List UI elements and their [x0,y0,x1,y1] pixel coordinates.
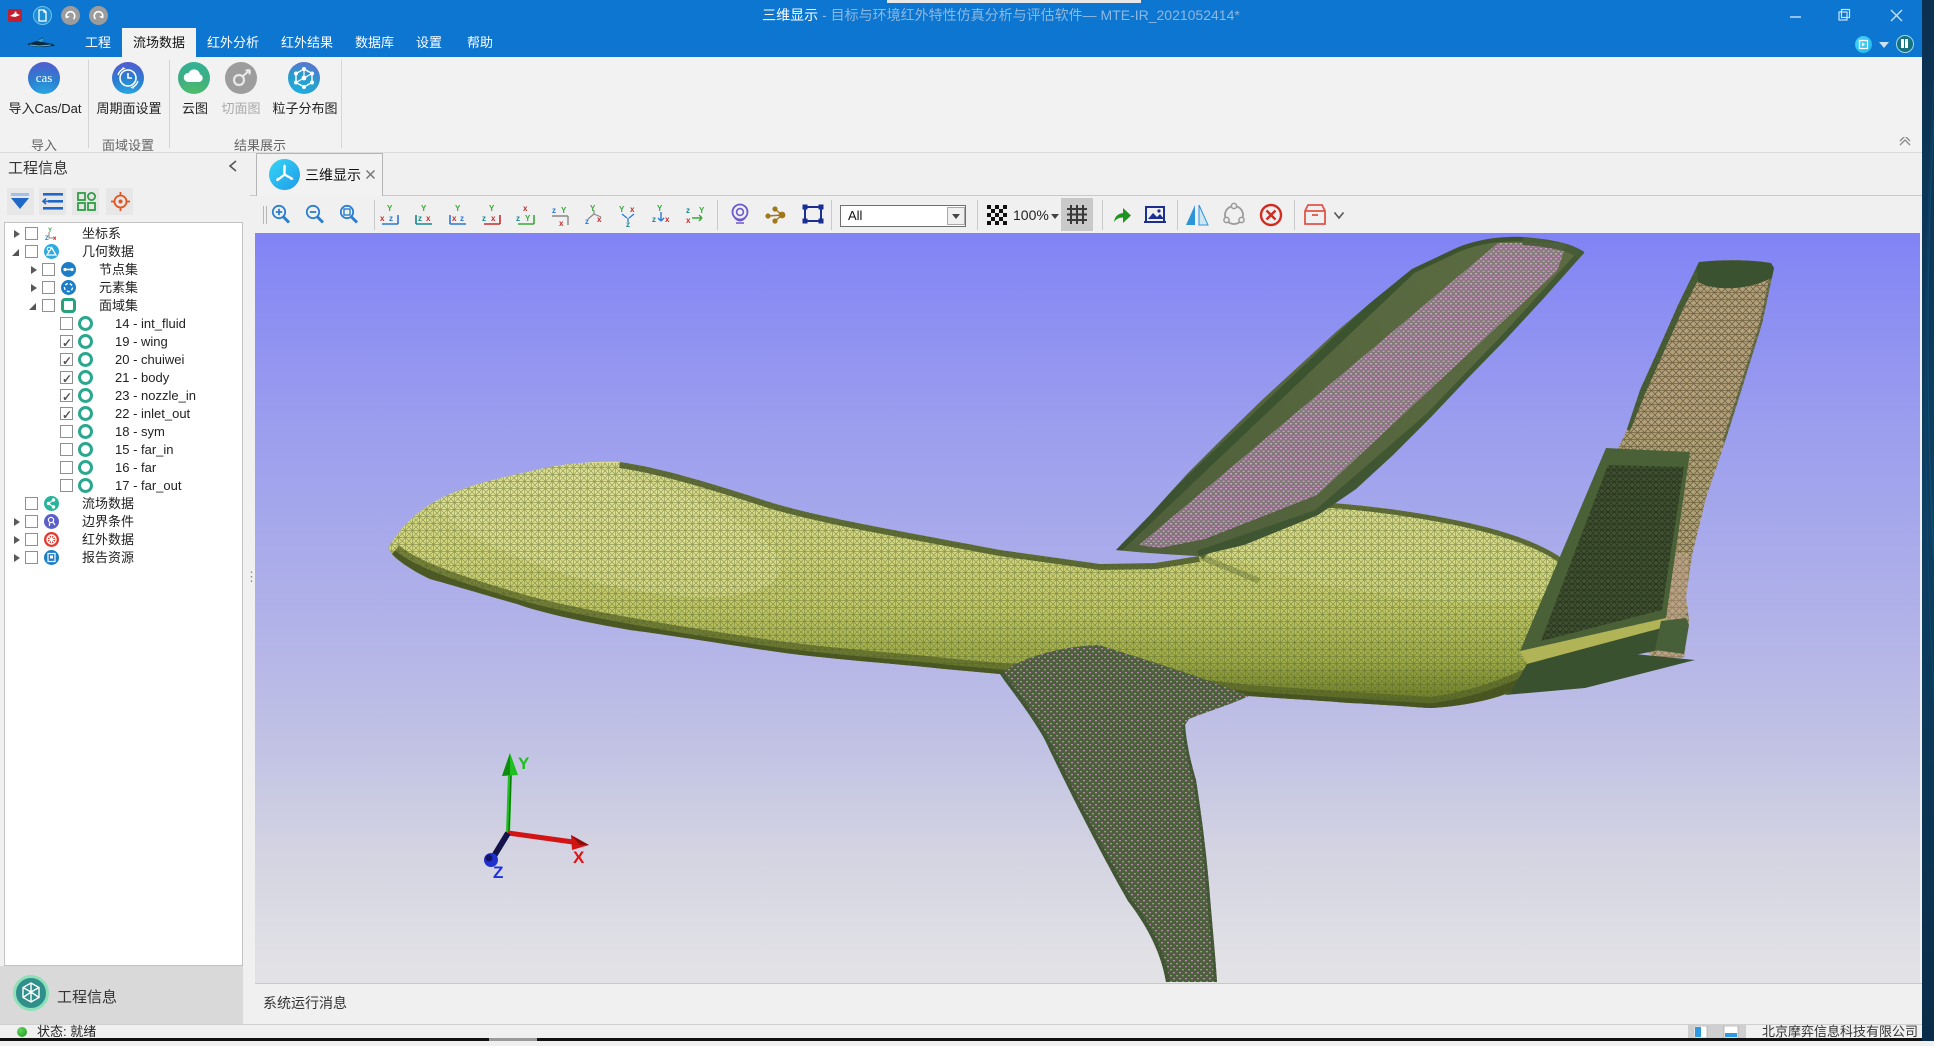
svg-text:z: z [626,220,630,228]
svg-text:z: z [460,214,464,223]
svg-text:x: x [559,219,564,228]
svg-text:Y: Y [387,204,393,213]
svg-text:x: x [53,236,57,241]
svg-text:Y: Y [590,204,596,213]
svg-text:x: x [523,204,528,213]
svg-text:Y: Y [518,754,530,773]
svg-text:Y: Y [489,204,495,213]
svg-text:Y: Y [699,206,705,215]
svg-text:X: X [573,848,585,867]
svg-text:Y: Y [561,206,567,215]
svg-text:Y: Y [455,204,461,213]
svg-text:z: z [652,215,656,224]
svg-text:z: z [482,214,486,223]
svg-text:Y: Y [619,205,625,214]
svg-text:z: z [552,206,556,215]
svg-text:z: z [418,214,422,223]
svg-text:x: x [452,214,457,223]
svg-text:x: x [491,214,496,223]
svg-text:z: z [389,214,393,223]
svg-text:x: x [665,215,670,224]
svg-text:x: x [686,216,691,225]
svg-text:Z: Z [45,236,49,241]
svg-text:x: x [630,205,635,214]
svg-text:Y: Y [421,204,427,213]
svg-text:z: z [585,217,589,226]
svg-text:z: z [686,206,690,215]
svg-text:Y: Y [525,214,531,223]
svg-text:x: x [380,214,385,223]
svg-text:x: x [597,215,602,224]
svg-text:x: x [426,214,431,223]
svg-text:Z: Z [493,863,503,882]
svg-text:z: z [516,214,520,223]
svg-text:Y: Y [657,204,663,213]
